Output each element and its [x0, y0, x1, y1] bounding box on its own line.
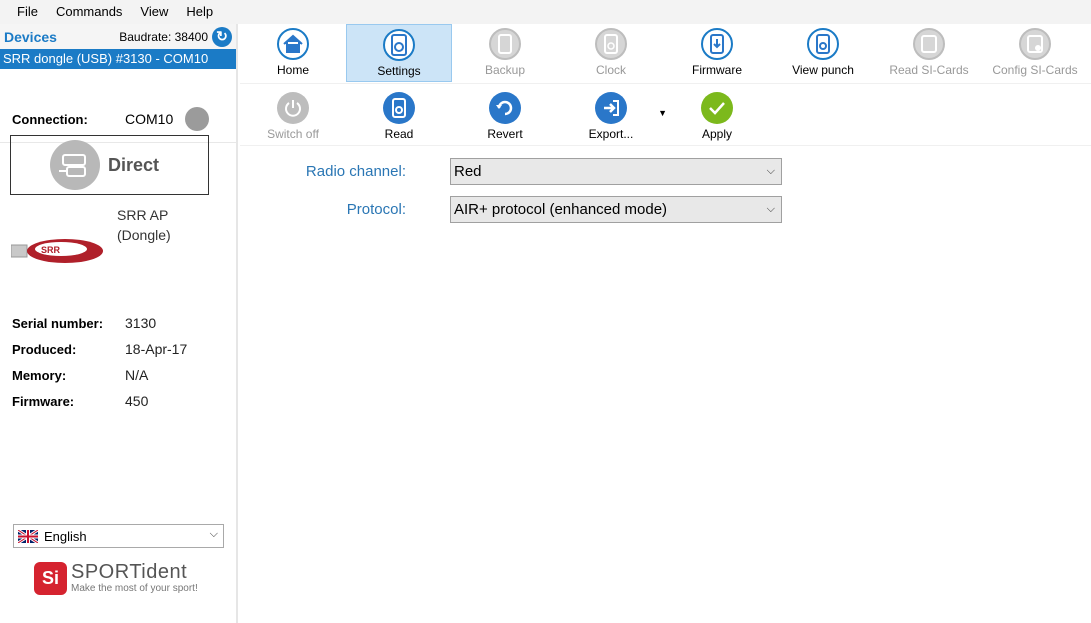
protocol-value: AIR+ protocol (enhanced mode) [454, 201, 668, 218]
chevron-down-icon: ⌵ [766, 165, 775, 177]
language-value: English [44, 528, 87, 544]
firmware-label: Firmware: [12, 393, 75, 409]
info-row-produced: Produced: 18-Apr-17 [12, 336, 187, 362]
read-si-cards-icon [913, 28, 945, 60]
srr-dongle-image: SRR [11, 239, 103, 263]
view-punch-icon [807, 28, 839, 60]
toolbar-home-label: Home [276, 63, 309, 77]
device-info: Serial number: 3130 Produced: 18-Apr-17 … [12, 310, 187, 414]
usb-connection-icon [50, 140, 100, 190]
logo-brand: SPORTident [71, 561, 188, 583]
home-icon [277, 28, 309, 60]
action-toolbar: Switch off Read Revert Export... ▼ Apply [240, 88, 1091, 146]
revert-label: Revert [487, 127, 523, 141]
language-select[interactable]: English ⌵ [13, 524, 224, 548]
radio-channel-label: Radio channel: [305, 163, 406, 180]
devices-header: Devices Baudrate: 38400 ↻ [0, 24, 236, 49]
export-button[interactable]: Export... ▼ [558, 88, 667, 144]
menu-help[interactable]: Help [177, 0, 222, 24]
switch-off-label: Switch off [267, 127, 319, 141]
toolbar-backup-label: Backup [484, 63, 526, 77]
info-row-serial: Serial number: 3130 [12, 310, 187, 336]
devices-title: Devices [4, 28, 57, 45]
toolbar-settings-label: Settings [377, 64, 421, 78]
firmware-icon [701, 28, 733, 60]
menu-file[interactable]: File [8, 0, 47, 24]
device-list[interactable] [0, 69, 236, 143]
device-name: SRR AP (Dongle) [117, 205, 171, 245]
device-name-line2: (Dongle) [117, 227, 171, 243]
power-icon [277, 92, 309, 124]
revert-button[interactable]: Revert [452, 88, 558, 144]
device-name-line1: SRR AP [117, 207, 169, 223]
export-icon [595, 92, 627, 124]
apply-button[interactable]: Apply [664, 88, 770, 144]
menu-commands[interactable]: Commands [47, 0, 131, 24]
read-button[interactable]: Read [346, 88, 452, 144]
backup-icon [489, 28, 521, 60]
toolbar-config-si-cards-button[interactable]: Config SI-Cards [982, 24, 1088, 82]
firmware-value: 450 [125, 393, 149, 409]
produced-value: 18-Apr-17 [125, 341, 188, 357]
serial-number-label: Serial number: [12, 315, 104, 331]
chevron-down-icon: ⌵ [766, 203, 775, 215]
menu-view[interactable]: View [131, 0, 177, 24]
memory-label: Memory: [12, 367, 67, 383]
read-label: Read [384, 127, 414, 141]
produced-label: Produced: [12, 341, 77, 357]
radio-channel-value: Red [454, 163, 482, 180]
toolbar-view-punch-label: View punch [792, 63, 854, 77]
toolbar-read-si-cards-label: Read SI-Cards [889, 63, 969, 77]
baudrate-area: Baudrate: 38400 ↻ [119, 26, 232, 47]
main-toolbar: Home Settings Backup Clock Firmware View… [240, 24, 1091, 84]
switch-off-button[interactable]: Switch off [240, 88, 346, 144]
direct-connection-box: Direct [10, 135, 209, 195]
logo-tagline: Make the most of your sport! [71, 583, 198, 594]
memory-value: N/A [125, 367, 149, 383]
toolbar-backup-button[interactable]: Backup [452, 24, 558, 82]
apply-label: Apply [701, 127, 733, 141]
toolbar-firmware-button[interactable]: Firmware [664, 24, 770, 82]
connection-port: COM10 [125, 111, 174, 127]
menu-bar: File Commands View Help [0, 0, 1091, 24]
clock-icon [595, 28, 627, 60]
read-icon [383, 92, 415, 124]
connection-mode: Direct [108, 154, 160, 175]
refresh-icon[interactable]: ↻ [212, 26, 232, 47]
uk-flag-icon [18, 529, 38, 543]
info-row-firmware: Firmware: 450 [12, 388, 187, 414]
baudrate-label: Baudrate: 38400 [119, 29, 208, 44]
connection-status-indicator [185, 107, 209, 131]
toolbar-clock-button[interactable]: Clock [558, 24, 664, 82]
toolbar-firmware-label: Firmware [692, 63, 742, 77]
svg-text:SRR: SRR [41, 245, 61, 255]
export-label: Export... [588, 127, 634, 141]
serial-number-value: 3130 [125, 315, 157, 331]
sportident-logo: Si SPORTident Make the most of your spor… [34, 558, 214, 598]
toolbar-home-button[interactable]: Home [240, 24, 346, 82]
toolbar-config-si-cards-label: Config SI-Cards [992, 63, 1078, 77]
toolbar-read-si-cards-button[interactable]: Read SI-Cards [876, 24, 982, 82]
chevron-down-icon: ⌵ [209, 528, 218, 540]
protocol-label: Protocol: [346, 201, 406, 218]
protocol-select[interactable]: AIR+ protocol (enhanced mode) ⌵ [450, 196, 782, 223]
settings-icon [383, 29, 415, 61]
toolbar-view-punch-button[interactable]: View punch [770, 24, 876, 82]
logo-mark: Si [34, 561, 67, 595]
checkmark-icon [701, 92, 733, 124]
radio-channel-select[interactable]: Red ⌵ [450, 158, 782, 185]
revert-icon [489, 92, 521, 124]
toolbar-clock-label: Clock [595, 63, 626, 77]
connection-label: Connection: [12, 111, 88, 127]
info-row-memory: Memory: N/A [12, 362, 187, 388]
device-list-item-selected[interactable]: SRR dongle (USB) #3130 - COM10 [0, 49, 236, 69]
config-si-cards-icon [1019, 28, 1051, 60]
connection-row: Connection: COM10 [12, 107, 212, 131]
toolbar-settings-button[interactable]: Settings [346, 24, 452, 82]
